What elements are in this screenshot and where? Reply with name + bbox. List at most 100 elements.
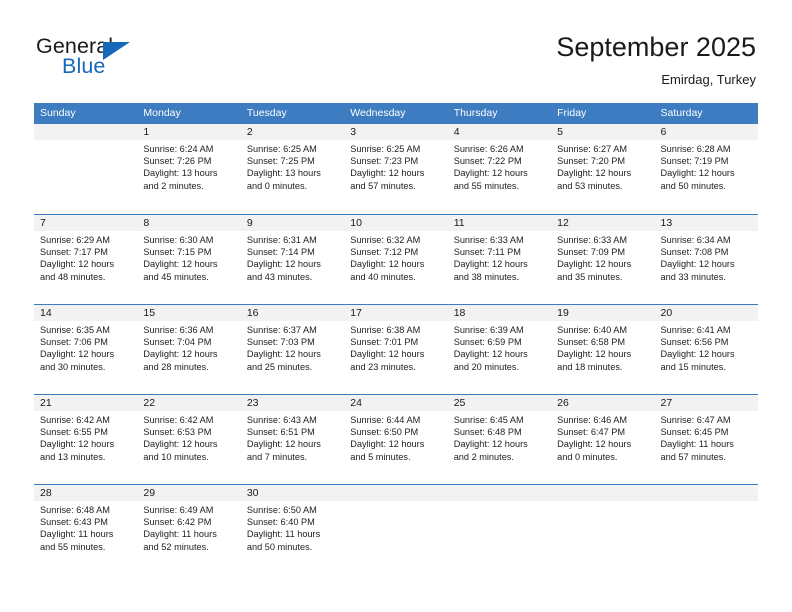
day-details <box>34 140 137 143</box>
daylight-text-line1: Daylight: 12 hours <box>660 259 735 270</box>
calendar-day-cell[interactable]: 28 Sunrise: 6:48 AM Sunset: 6:43 PM Dayligh… <box>34 485 138 574</box>
daylight-text-line1: Daylight: 12 hours <box>660 349 735 360</box>
calendar-day-cell[interactable]: 25 Sunrise: 6:45 AM Sunset: 6:48 PM Dayligh… <box>447 395 552 484</box>
daylight-text-line1: Daylight: 12 hours <box>143 259 218 270</box>
calendar-day-cell[interactable]: 7 Sunrise: 6:29 AM Sunset: 7:17 PM Daylight… <box>34 215 138 304</box>
sunrise-text: Sunrise: 6:40 AM <box>557 325 628 335</box>
day-details: Sunrise: 6:47 AM Sunset: 6:45 PM Daylight:… <box>655 411 758 463</box>
calendar-day-cell[interactable]: 23 Sunrise: 6:43 AM Sunset: 6:51 PM Dayligh… <box>240 395 345 484</box>
day-number: 28 <box>34 485 138 501</box>
calendar-day-cell[interactable]: 5 Sunrise: 6:27 AM Sunset: 7:20 PM Daylight… <box>551 124 655 214</box>
calendar-day-cell[interactable]: 30 Sunrise: 6:50 AM Sunset: 6:40 PM Dayligh… <box>240 485 345 574</box>
sunrise-text: Sunrise: 6:39 AM <box>453 325 524 335</box>
day-number: 21 <box>34 395 138 411</box>
sunset-text: Sunset: 6:50 PM <box>350 427 419 438</box>
sunset-text: Sunset: 6:45 PM <box>660 427 729 438</box>
day-details <box>448 501 551 504</box>
day-details: Sunrise: 6:48 AM Sunset: 6:43 PM Daylight:… <box>34 501 137 553</box>
calendar-day-cell[interactable]: 6 Sunrise: 6:28 AM Sunset: 7:19 PM Daylight… <box>654 124 758 214</box>
daylight-text-line1: Daylight: 12 hours <box>453 168 528 179</box>
day-details: Sunrise: 6:45 AM Sunset: 6:48 PM Daylight:… <box>448 411 551 463</box>
calendar-day-cell[interactable]: 27 Sunrise: 6:47 AM Sunset: 6:45 PM Dayligh… <box>654 395 758 484</box>
sunset-text: Sunset: 6:42 PM <box>143 517 212 528</box>
daylight-text-line2: and 13 minutes. <box>40 451 106 462</box>
sunset-text: Sunset: 7:19 PM <box>660 156 729 167</box>
sunset-text: Sunset: 6:47 PM <box>557 427 626 438</box>
day-number: 19 <box>551 305 655 321</box>
day-details: Sunrise: 6:31 AM Sunset: 7:14 PM Daylight:… <box>241 231 344 283</box>
calendar-day-cell[interactable]: 24 Sunrise: 6:44 AM Sunset: 6:50 PM Dayligh… <box>344 395 448 484</box>
daylight-text-line2: and 57 minutes. <box>350 180 416 191</box>
day-number: 9 <box>240 215 345 231</box>
calendar-day-cell[interactable]: 11 Sunrise: 6:33 AM Sunset: 7:11 PM Dayligh… <box>447 215 552 304</box>
daylight-text-line1: Daylight: 12 hours <box>557 439 632 450</box>
day-details: Sunrise: 6:33 AM Sunset: 7:11 PM Daylight:… <box>448 231 551 283</box>
day-number <box>551 485 655 501</box>
sunrise-text: Sunrise: 6:31 AM <box>246 235 317 245</box>
weekday-header-tuesday: Tuesday <box>246 107 287 119</box>
day-details: Sunrise: 6:29 AM Sunset: 7:17 PM Daylight:… <box>34 231 137 283</box>
daylight-text-line2: and 52 minutes. <box>143 541 209 552</box>
daylight-text-line1: Daylight: 12 hours <box>350 259 425 270</box>
calendar-day-cell[interactable]: 22 Sunrise: 6:42 AM Sunset: 6:53 PM Dayligh… <box>137 395 241 484</box>
sunset-text: Sunset: 7:23 PM <box>350 156 419 167</box>
calendar-day-cell[interactable]: 14 Sunrise: 6:35 AM Sunset: 7:06 PM Dayligh… <box>34 305 138 394</box>
sunrise-text: Sunrise: 6:46 AM <box>557 415 628 425</box>
sunset-text: Sunset: 7:08 PM <box>660 247 729 258</box>
day-number <box>344 485 448 501</box>
calendar-day-cell[interactable]: 29 Sunrise: 6:49 AM Sunset: 6:42 PM Dayligh… <box>137 485 241 574</box>
calendar-day-cell[interactable]: 3 Sunrise: 6:25 AM Sunset: 7:23 PM Daylight… <box>344 124 448 214</box>
calendar-day-cell[interactable]: 21 Sunrise: 6:42 AM Sunset: 6:55 PM Dayligh… <box>34 395 138 484</box>
daylight-text-line2: and 33 minutes. <box>660 271 726 282</box>
daylight-text-line1: Daylight: 12 hours <box>143 439 218 450</box>
day-number: 27 <box>654 395 758 411</box>
daylight-text-line2: and 25 minutes. <box>246 361 313 372</box>
day-details <box>551 501 654 504</box>
daylight-text-line1: Daylight: 13 hours <box>143 168 218 179</box>
calendar-day-cell[interactable]: 10 Sunrise: 6:32 AM Sunset: 7:12 PM Dayligh… <box>344 215 448 304</box>
calendar-day-cell[interactable]: 18 Sunrise: 6:39 AM Sunset: 6:59 PM Dayligh… <box>447 305 552 394</box>
weekday-header-sunday: Sunday <box>40 107 76 119</box>
logo-text-blue: Blue <box>62 54 106 78</box>
sunset-text: Sunset: 7:01 PM <box>350 337 419 348</box>
daylight-text-line2: and 38 minutes. <box>453 271 520 282</box>
calendar-day-cell[interactable]: 1 Sunrise: 6:24 AM Sunset: 7:26 PM Daylight… <box>137 124 241 214</box>
calendar-day-cell[interactable]: 26 Sunrise: 6:46 AM Sunset: 6:47 PM Dayligh… <box>551 395 655 484</box>
day-details: Sunrise: 6:38 AM Sunset: 7:01 PM Daylight:… <box>344 321 447 373</box>
calendar-day-cell[interactable]: 9 Sunrise: 6:31 AM Sunset: 7:14 PM Daylight… <box>240 215 345 304</box>
sunset-text: Sunset: 6:55 PM <box>40 427 108 438</box>
sunset-text: Sunset: 7:20 PM <box>557 156 626 167</box>
day-details: Sunrise: 6:42 AM Sunset: 6:53 PM Daylight:… <box>137 411 240 463</box>
daylight-text-line2: and 10 minutes. <box>143 451 209 462</box>
calendar-day-cell[interactable]: 20 Sunrise: 6:41 AM Sunset: 6:56 PM Dayligh… <box>654 305 758 394</box>
sunrise-text: Sunrise: 6:26 AM <box>453 144 524 154</box>
calendar-day-cell[interactable]: 15 Sunrise: 6:36 AM Sunset: 7:04 PM Dayligh… <box>137 305 241 394</box>
calendar-day-cell[interactable]: 2 Sunrise: 6:25 AM Sunset: 7:25 PM Daylight… <box>240 124 345 214</box>
sunrise-text: Sunrise: 6:32 AM <box>350 235 421 245</box>
calendar-day-cell[interactable]: 16 Sunrise: 6:37 AM Sunset: 7:03 PM Dayligh… <box>240 305 345 394</box>
sunset-text: Sunset: 7:03 PM <box>246 337 315 348</box>
day-number: 25 <box>447 395 552 411</box>
calendar-day-cell[interactable]: 12 Sunrise: 6:33 AM Sunset: 7:09 PM Dayligh… <box>551 215 655 304</box>
day-number: 17 <box>344 305 448 321</box>
calendar-day-cell[interactable]: 17 Sunrise: 6:38 AM Sunset: 7:01 PM Dayligh… <box>344 305 448 394</box>
daylight-text-line2: and 30 minutes. <box>40 361 106 372</box>
calendar-day-cell-empty <box>447 485 552 574</box>
calendar-day-cell[interactable]: 13 Sunrise: 6:34 AM Sunset: 7:08 PM Dayligh… <box>654 215 758 304</box>
sunrise-text: Sunrise: 6:30 AM <box>143 235 214 245</box>
daylight-text-line2: and 23 minutes. <box>350 361 416 372</box>
calendar-day-cell[interactable]: 4 Sunrise: 6:26 AM Sunset: 7:22 PM Daylight… <box>447 124 552 214</box>
daylight-text-line1: Daylight: 12 hours <box>660 168 735 179</box>
calendar-page: General Blue September 2025 Emirdag, Tur… <box>0 0 792 612</box>
sunset-text: Sunset: 7:26 PM <box>143 156 212 167</box>
calendar-day-cell[interactable]: 8 Sunrise: 6:30 AM Sunset: 7:15 PM Daylight… <box>137 215 241 304</box>
sunset-text: Sunset: 7:25 PM <box>246 156 315 167</box>
day-details: Sunrise: 6:41 AM Sunset: 6:56 PM Daylight:… <box>655 321 758 373</box>
day-number <box>447 485 552 501</box>
daylight-text-line1: Daylight: 13 hours <box>246 168 321 179</box>
calendar-week-row: 1 Sunrise: 6:24 AM Sunset: 7:26 PM Daylight… <box>34 124 758 214</box>
calendar-day-cell[interactable]: 19 Sunrise: 6:40 AM Sunset: 6:58 PM Dayligh… <box>551 305 655 394</box>
weekday-header-friday: Friday <box>557 107 587 119</box>
sunrise-text: Sunrise: 6:47 AM <box>660 415 731 425</box>
general-blue-logo[interactable]: General Blue <box>36 34 236 90</box>
